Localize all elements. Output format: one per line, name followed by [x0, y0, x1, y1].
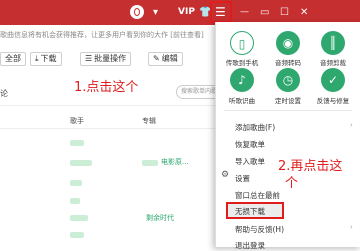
menu-grid-label: 音频转码 [275, 59, 301, 67]
menu-item-logout[interactable]: 退出登录 [235, 240, 265, 251]
batch-label: 批量操作 [94, 54, 127, 63]
singer-cell[interactable] [70, 198, 80, 204]
phone-icon: ▯ [230, 31, 254, 55]
notice-text: 歌曲信息将有机会获得推荐，让更多用户看到你的大作 [前往查看] [0, 31, 204, 39]
menu-grid-timer[interactable]: ◷ [276, 68, 300, 92]
download-icon: ⤓ [35, 54, 39, 63]
batch-button[interactable]: ☰ 批量操作 [80, 52, 132, 66]
menu-item-always-on-top[interactable]: 窗口总在最前 [235, 190, 280, 201]
divider [0, 105, 215, 106]
edit-icon: ✎ [153, 54, 160, 63]
vip-label[interactable]: VIP [178, 0, 195, 25]
menu-item-restore-playlist[interactable]: 恢复歌单 [235, 139, 265, 150]
menu-item-add-song[interactable]: 添加歌曲(F) [235, 122, 275, 133]
menu-grid-feedback[interactable]: ✓ [321, 68, 345, 92]
checklist-icon: ☰ [85, 54, 93, 63]
menu-grid-label: 反馈与修复 [316, 97, 350, 105]
gear-icon: ⚙ [221, 170, 230, 180]
menu-item-import-playlist[interactable]: 导入歌单 [235, 156, 265, 167]
singer-cell[interactable] [70, 140, 84, 146]
menu-grid-transcode[interactable]: ◉ [276, 31, 300, 55]
column-header-left: 论 [0, 89, 8, 98]
chevron-right-icon: › [350, 223, 353, 231]
menu-grid-label: 听歌识曲 [229, 97, 255, 105]
column-header-album: 专辑 [142, 117, 156, 125]
menu-grid-phone[interactable]: ▯ [230, 31, 254, 55]
column-header-singer: 歌手 [70, 117, 84, 125]
mic-icon: ♪ [230, 68, 254, 92]
menu-item-lossless-download[interactable]: 无损下载 [235, 206, 265, 217]
menu-grid-identify[interactable]: ♪ [230, 68, 254, 92]
singer-cell[interactable] [70, 180, 82, 186]
album-cell[interactable] [142, 160, 158, 166]
timer-icon: ◷ [276, 68, 300, 92]
menu-item-help-feedback[interactable]: 帮助与反馈(H) [235, 224, 284, 235]
edit-label: 编辑 [161, 54, 178, 63]
record-icon: ◉ [276, 31, 300, 55]
menu-item-settings[interactable]: 设置 [235, 173, 250, 184]
play-all-label: 全部 [5, 54, 21, 63]
user-avatar-icon[interactable] [130, 5, 144, 19]
singer-cell[interactable] [70, 160, 92, 166]
edit-button[interactable]: ✎ 编辑 [148, 52, 183, 66]
download-button[interactable]: ⤓ 下载 [30, 52, 62, 66]
play-all-button[interactable]: 全部 [0, 52, 26, 66]
album-cell[interactable]: 剩余时代 [146, 213, 174, 223]
download-label: 下载 [40, 54, 57, 63]
singer-cell[interactable] [70, 215, 88, 221]
menu-grid-label: 音频剪裁 [320, 59, 346, 67]
chevron-down-icon[interactable]: ▾ [153, 0, 158, 25]
divider [0, 128, 215, 129]
step2-annotation-cont: 个 [285, 176, 299, 191]
singer-cell[interactable] [70, 232, 84, 238]
shield-icon: ✓ [321, 68, 345, 92]
step1-annotation: 1.点击这个 [74, 80, 139, 95]
menu-grid-label: 传歌到手机 [225, 59, 259, 67]
menu-divider [224, 110, 352, 111]
chevron-right-icon: › [350, 121, 353, 129]
album-cell[interactable]: 电影原... [161, 157, 189, 167]
menu-grid-trim[interactable]: ║ [321, 31, 345, 55]
menu-grid-label: 定时设置 [275, 97, 301, 105]
waveform-icon: ║ [321, 31, 345, 55]
